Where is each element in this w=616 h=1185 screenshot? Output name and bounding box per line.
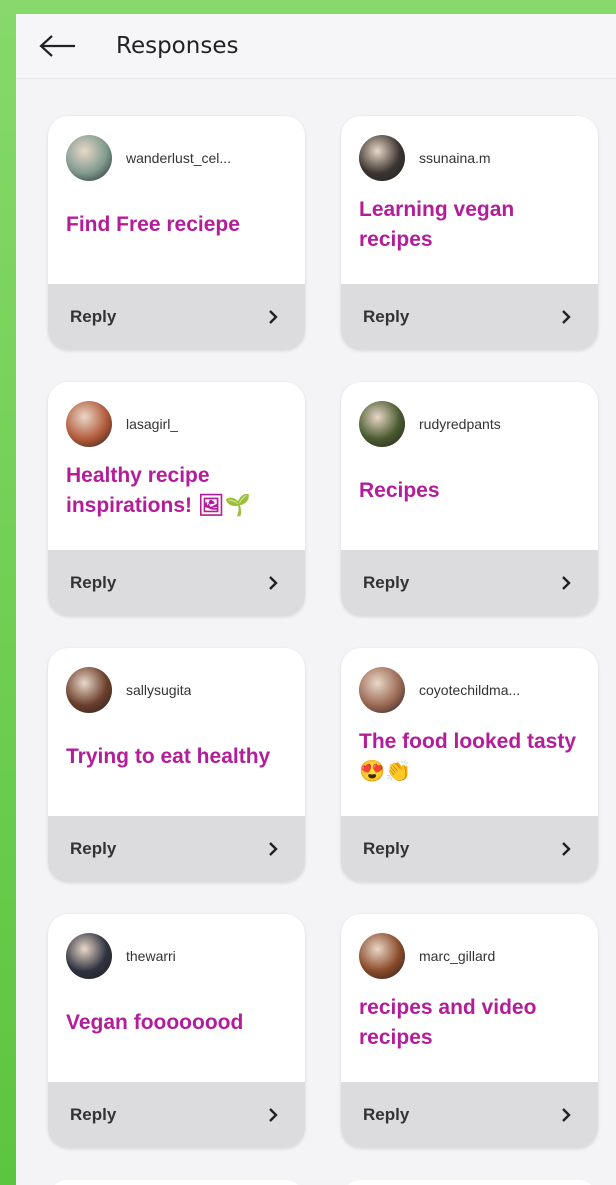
avatar[interactable]	[359, 933, 405, 979]
reply-label: Reply	[363, 1105, 410, 1124]
avatar[interactable]	[66, 401, 112, 447]
reply-button[interactable]: Reply	[341, 550, 598, 616]
app-screen: Responses wanderlust_cel... Find Free re…	[16, 14, 616, 1185]
responses-grid: wanderlust_cel... Find Free reciepe Repl…	[48, 116, 608, 1148]
username[interactable]: ssunaina.m	[419, 150, 491, 166]
reply-button[interactable]: Reply	[341, 1082, 598, 1148]
response-text: Healthy recipe inspirations! 🖼🌱	[66, 464, 251, 517]
chevron-right-icon	[562, 1108, 571, 1122]
response-card: marc_gillard recipes and video recipes R…	[341, 914, 598, 1148]
avatar[interactable]	[66, 933, 112, 979]
username[interactable]: marc_gillard	[419, 948, 495, 964]
reply-button[interactable]: Reply	[48, 1082, 305, 1148]
response-text: Learning vegan recipes	[359, 198, 515, 251]
response-card: lasagirl_ Healthy recipe inspirations! 🖼…	[48, 382, 305, 616]
reply-label: Reply	[363, 573, 410, 592]
response-card: rudyredpants Recipes Reply	[341, 382, 598, 616]
avatar[interactable]	[66, 667, 112, 713]
response-card-partial	[48, 1180, 305, 1185]
page-title: Responses	[116, 33, 239, 59]
reply-label: Reply	[363, 839, 410, 858]
reply-label: Reply	[70, 307, 117, 326]
username[interactable]: thewarri	[126, 948, 176, 964]
username[interactable]: sallysugita	[126, 682, 191, 698]
response-card: sallysugita Trying to eat healthy Reply	[48, 648, 305, 882]
back-button[interactable]	[30, 18, 86, 74]
reply-button[interactable]: Reply	[48, 284, 305, 350]
reply-button[interactable]: Reply	[48, 550, 305, 616]
chevron-right-icon	[562, 310, 571, 324]
avatar[interactable]	[66, 135, 112, 181]
username[interactable]: rudyredpants	[419, 416, 501, 432]
response-card-partial	[341, 1180, 598, 1185]
reply-label: Reply	[70, 839, 117, 858]
chevron-right-icon	[269, 310, 278, 324]
chevron-right-icon	[269, 576, 278, 590]
response-card: wanderlust_cel... Find Free reciepe Repl…	[48, 116, 305, 350]
username[interactable]: coyotechildma...	[419, 682, 520, 698]
reply-button[interactable]: Reply	[341, 284, 598, 350]
avatar[interactable]	[359, 135, 405, 181]
reply-button[interactable]: Reply	[48, 816, 305, 882]
response-text: Find Free reciepe	[66, 213, 240, 236]
chevron-right-icon	[562, 842, 571, 856]
response-card: coyotechildma... The food looked tasty 😍…	[341, 648, 598, 882]
response-text: Recipes	[359, 479, 440, 502]
response-text: recipes and video recipes	[359, 996, 537, 1049]
username[interactable]: lasagirl_	[126, 416, 178, 432]
reply-label: Reply	[70, 1105, 117, 1124]
response-text: The food looked tasty 😍👏	[359, 730, 577, 783]
avatar[interactable]	[359, 401, 405, 447]
response-card: thewarri Vegan foooooood Reply	[48, 914, 305, 1148]
arrow-left-icon	[39, 35, 75, 57]
chevron-right-icon	[269, 1108, 278, 1122]
reply-label: Reply	[363, 307, 410, 326]
reply-label: Reply	[70, 573, 117, 592]
username[interactable]: wanderlust_cel...	[126, 150, 231, 166]
response-text: Vegan foooooood	[66, 1011, 244, 1034]
avatar[interactable]	[359, 667, 405, 713]
top-bar: Responses	[16, 14, 616, 79]
response-text: Trying to eat healthy	[66, 745, 271, 768]
response-card: ssunaina.m Learning vegan recipes Reply	[341, 116, 598, 350]
chevron-right-icon	[269, 842, 278, 856]
chevron-right-icon	[562, 576, 571, 590]
reply-button[interactable]: Reply	[341, 816, 598, 882]
